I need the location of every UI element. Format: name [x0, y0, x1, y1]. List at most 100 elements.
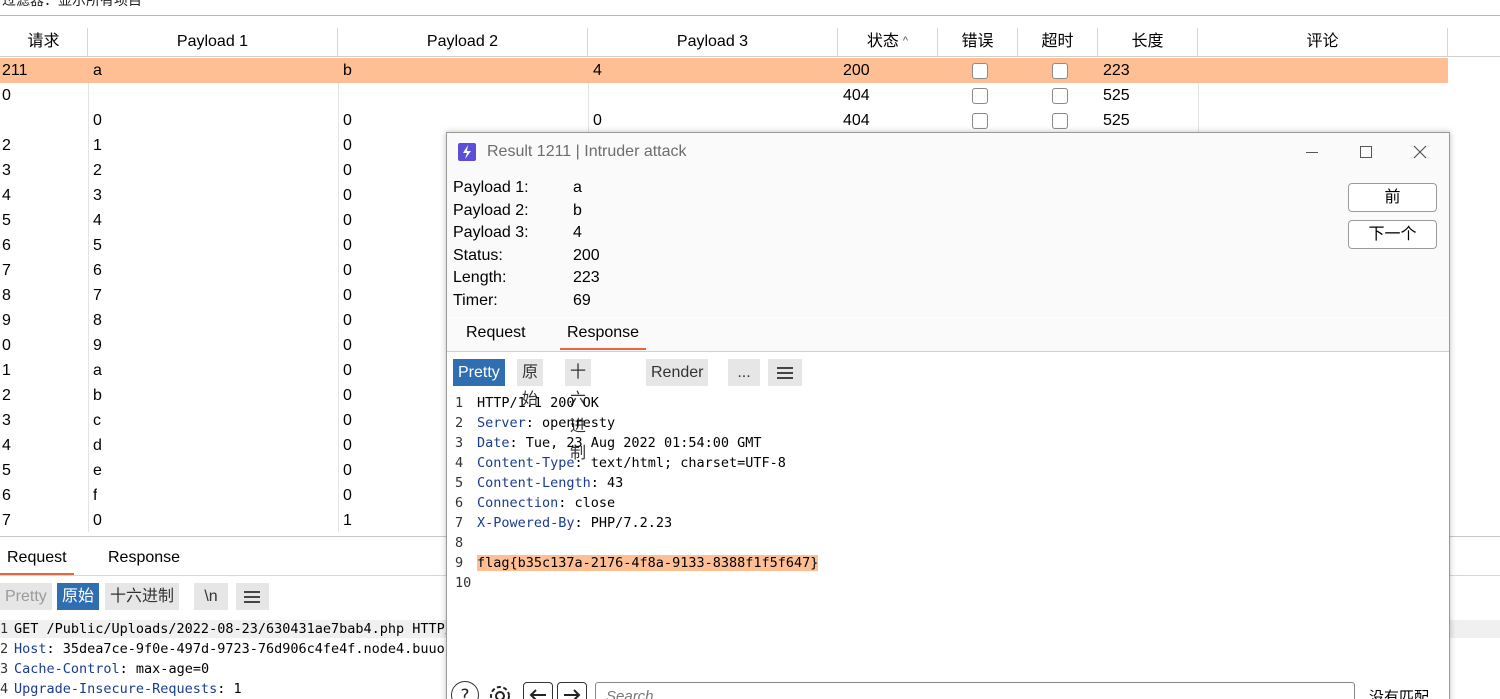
code-line: 4 Upgrade-Insecure-Requests: 1 [0, 679, 242, 699]
col-comment[interactable]: 评论 [1198, 28, 1448, 56]
header-key: Server [477, 415, 526, 431]
table-row[interactable]: 0 404 525 [0, 83, 1448, 108]
previous-button[interactable]: 前 [1348, 183, 1437, 212]
col-comment-label: 评论 [1306, 33, 1339, 50]
search-placeholder: Search... [606, 688, 667, 699]
cell-p2: 0 [343, 137, 352, 154]
code-line: 9 flag{b35c137a-2176-4f8a-9133-8388f1f5f6… [455, 553, 819, 573]
cell-p1: d [93, 437, 102, 454]
timeout-checkbox[interactable] [1052, 63, 1068, 79]
timeout-checkbox[interactable] [1052, 88, 1068, 104]
minimize-button[interactable] [1285, 133, 1339, 171]
code-line: 1 HTTP/1.1 200 OK [455, 393, 599, 413]
close-button[interactable] [1393, 133, 1447, 171]
info-value: b [573, 201, 582, 219]
error-checkbox[interactable] [972, 88, 988, 104]
cell-p2: 0 [343, 262, 352, 279]
table-row[interactable]: 211 a b 4 200 223 [0, 58, 1448, 83]
sort-asc-icon: ^ [902, 35, 909, 47]
next-button-label: 下一个 [1368, 226, 1417, 243]
info-label: Payload 2: [453, 201, 529, 219]
info-value: 200 [573, 246, 600, 264]
timeout-checkbox[interactable] [1052, 113, 1068, 129]
pretty-button[interactable]: Pretty [0, 583, 52, 610]
col-payload1[interactable]: Payload 1 [88, 28, 338, 56]
tab-request[interactable]: Request [0, 545, 74, 575]
error-checkbox[interactable] [972, 63, 988, 79]
popup-titlebar[interactable]: Result 1211 | Intruder attack [447, 133, 1449, 171]
resp-raw-button[interactable]: 原始 [517, 359, 544, 408]
cell-p1: b [93, 387, 102, 404]
help-button[interactable]: ? [451, 681, 479, 699]
col-error[interactable]: 错误 [938, 28, 1018, 56]
hex-button[interactable]: 十六进制 [105, 583, 180, 610]
cell-p1: 0 [93, 512, 102, 529]
cell-length: 223 [1103, 62, 1130, 79]
next-button[interactable]: 下一个 [1348, 220, 1437, 249]
error-checkbox[interactable] [972, 113, 988, 129]
resp-hex-button[interactable]: 十六进制 [565, 359, 592, 462]
info-label: Length: [453, 269, 507, 287]
header-key: Date [477, 435, 510, 451]
popup-tab-response[interactable]: Response [560, 320, 647, 350]
minimize-icon [1306, 152, 1318, 153]
code-line: 5 Content-Length: 43 [455, 473, 623, 493]
close-icon [1413, 145, 1427, 159]
col-timeout[interactable]: 超时 [1018, 28, 1098, 56]
results-table-header: 请求 Payload 1 Payload 2 Payload 3 状态 ^ 错误 … [0, 28, 1500, 57]
info-value: 223 [573, 269, 600, 287]
cell-p1: a [93, 62, 102, 79]
table-row[interactable]: 0 0 0 404 525 [0, 108, 1448, 133]
popup-tab-response-label: Response [567, 324, 640, 341]
popup-tab-request-label: Request [466, 324, 526, 341]
settings-button[interactable] [485, 681, 513, 699]
tab-request-label: Request [7, 549, 67, 566]
raw-button[interactable]: 原始 [57, 583, 100, 610]
col-timeout-label: 超时 [1041, 33, 1074, 50]
cell-req: 2 [2, 137, 11, 154]
pretty-button-label: Pretty [5, 588, 47, 605]
newline-button[interactable]: \n [194, 583, 228, 610]
popup-tab-request[interactable]: Request [459, 320, 533, 350]
cell-req: 2 [2, 387, 11, 404]
code-text: : 35dea7ce-9f0e-497d-9723-76d906c4fe4f.n… [46, 641, 453, 657]
cell-p1: 1 [93, 137, 102, 154]
maximize-button[interactable] [1339, 133, 1393, 171]
cell-req: 5 [2, 212, 11, 229]
previous-button-label: 前 [1384, 189, 1401, 206]
col-length[interactable]: 长度 [1098, 28, 1198, 56]
col-payload3[interactable]: Payload 3 [588, 28, 838, 56]
cell-p1: 4 [93, 212, 102, 229]
resp-pretty-button[interactable]: Pretty [453, 359, 505, 386]
resp-render-button[interactable]: Render [646, 359, 709, 386]
search-prev-button[interactable] [523, 682, 553, 699]
cell-p2: 0 [343, 362, 352, 379]
code-text: : PHP/7.2.23 [574, 515, 673, 531]
cell-p1: a [93, 362, 102, 379]
col-request[interactable]: 请求 [0, 28, 88, 56]
cell-p2: 0 [343, 312, 352, 329]
tab-response[interactable]: Response [101, 545, 187, 575]
code-text: HTTP/1.1 200 OK [477, 395, 599, 411]
header-key: X-Powered-By [477, 515, 575, 531]
code-line: 6 Connection: close [455, 493, 615, 513]
search-input[interactable]: Search... [595, 682, 1355, 699]
code-line: 2 Host: 35dea7ce-9f0e-497d-9723-76d906c4f… [0, 639, 453, 659]
code-text: : 1 [217, 681, 242, 697]
cell-p2: 0 [343, 387, 352, 404]
code-text: : Tue, 23 Aug 2022 01:54:00 GMT [509, 435, 762, 451]
cell-p1: e [93, 462, 102, 479]
menu-button[interactable] [236, 583, 269, 610]
col-status[interactable]: 状态 ^ [838, 28, 938, 56]
cell-p2: 0 [343, 162, 352, 179]
line-number: 1 [0, 621, 9, 637]
filter-bar[interactable]: 过滤器：显示所有项目 [0, 0, 1500, 16]
code-text: : 43 [590, 475, 624, 491]
search-next-button[interactable] [557, 682, 587, 699]
cell-status: 200 [843, 62, 870, 79]
col-payload2[interactable]: Payload 2 [338, 28, 588, 56]
flag-text: flag{b35c137a-2176-4f8a-9133-8388f1f5f64… [477, 555, 819, 571]
resp-menu-button[interactable] [768, 359, 802, 386]
resp-more-button[interactable]: ... [728, 359, 760, 386]
resp-render-label: Render [651, 364, 704, 381]
